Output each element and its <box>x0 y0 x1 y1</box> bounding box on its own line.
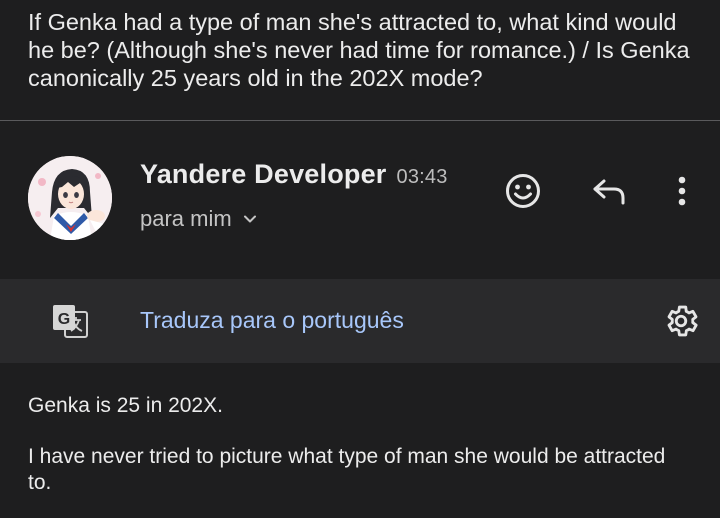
more-options-button[interactable] <box>664 171 700 211</box>
body-paragraph: I have never tried to picture what type … <box>28 445 666 494</box>
reply-button[interactable] <box>589 173 629 209</box>
translate-icon: G <box>53 305 88 338</box>
recipient-toggle[interactable]: para mim <box>140 205 258 233</box>
email-subject: If Genka had a type of man she's attract… <box>28 9 690 91</box>
email-view: If Genka had a type of man she's attract… <box>0 0 720 518</box>
timestamp: 03:43 <box>396 166 448 188</box>
body-paragraph: Genka is 25 in 202X. <box>28 394 223 417</box>
more-vertical-icon <box>678 176 686 206</box>
recipient-label: para mim <box>140 206 232 231</box>
emoji-reaction-button[interactable] <box>503 171 543 211</box>
avatar-image <box>28 156 112 240</box>
translate-settings-button[interactable] <box>660 300 702 342</box>
translate-icon-wrap: G <box>50 302 90 340</box>
svg-text:G: G <box>58 311 70 328</box>
emoji-smile-icon <box>506 174 540 208</box>
divider <box>0 120 720 121</box>
translate-link[interactable]: Traduza para o português <box>140 305 404 335</box>
avatar[interactable] <box>28 156 112 240</box>
gear-icon <box>667 305 698 337</box>
reply-arrow-icon <box>593 179 625 205</box>
sender-row: Yandere Developer 03:43 <box>140 158 448 193</box>
chevron-down-icon <box>243 215 256 223</box>
sender-name[interactable]: Yandere Developer <box>140 159 387 189</box>
